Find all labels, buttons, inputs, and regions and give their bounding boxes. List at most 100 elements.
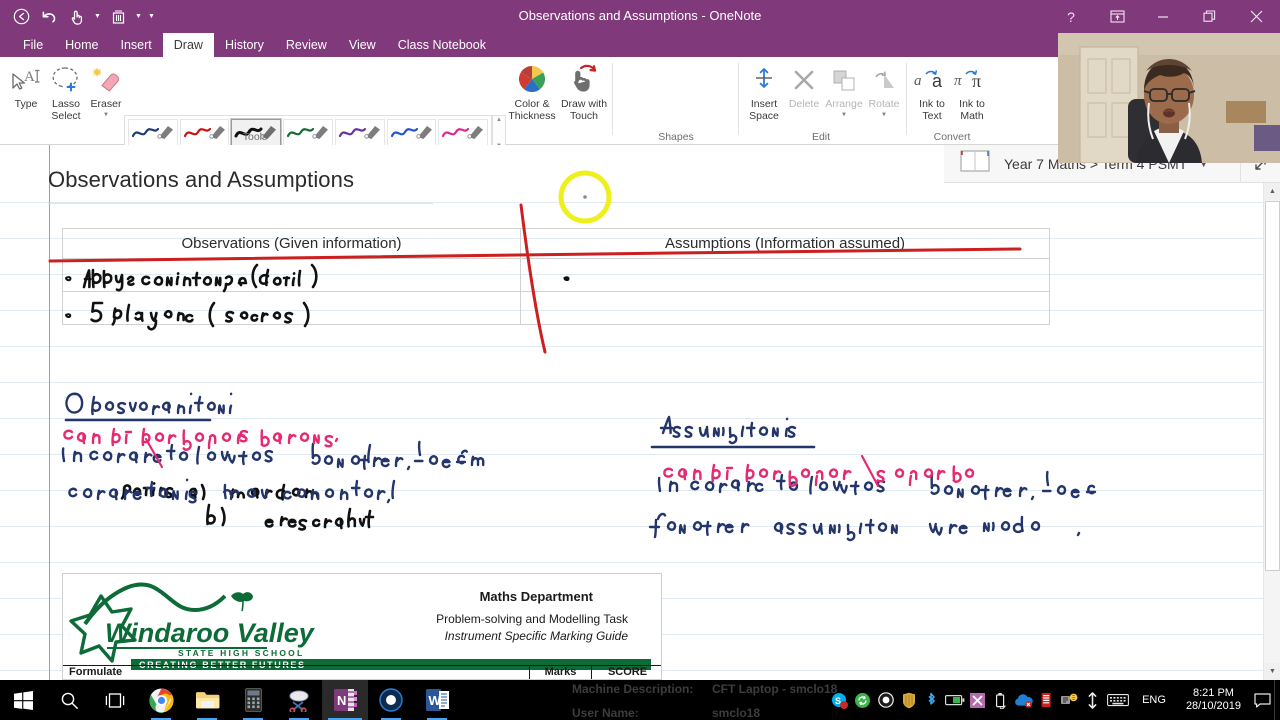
restore-button[interactable] bbox=[1186, 0, 1232, 33]
tab-file[interactable]: File bbox=[12, 33, 54, 57]
rotate-caret-icon: ▼ bbox=[881, 112, 887, 118]
scroll-up-arrow-icon[interactable]: ▲ bbox=[1264, 183, 1280, 200]
rotate-button: Rotate ▼ bbox=[862, 61, 906, 119]
observations-assumptions-table[interactable]: Observations (Given information) Assumpt… bbox=[62, 228, 1050, 325]
skype-tray-icon[interactable]: S bbox=[828, 680, 851, 720]
eraser-caret-icon[interactable]: ▼ bbox=[103, 111, 109, 119]
task-view-button[interactable] bbox=[92, 680, 138, 720]
storage-tray-icon[interactable] bbox=[1035, 680, 1058, 720]
webcam-overlay[interactable] bbox=[1058, 33, 1280, 163]
machine-description-value: CFT Laptop - smclo18 bbox=[712, 682, 838, 696]
language-indicator[interactable]: ENG bbox=[1132, 694, 1176, 706]
pen-scroll-up-icon[interactable]: ▲ bbox=[496, 117, 502, 123]
onenote-button[interactable]: N bbox=[322, 680, 368, 720]
eraser-button[interactable]: Eraser ▼ bbox=[84, 61, 128, 119]
keyboard-tray-icon[interactable] bbox=[1104, 680, 1132, 720]
table-cell-observations-1[interactable] bbox=[62, 258, 521, 292]
type-label: Type bbox=[14, 98, 38, 110]
show-desktop-button[interactable] bbox=[1274, 680, 1280, 720]
clock-date: 28/10/2019 bbox=[1185, 700, 1241, 712]
page-vertical-scrollbar[interactable]: ▲ ▼ bbox=[1263, 183, 1280, 680]
snipping-tool-button[interactable] bbox=[276, 680, 322, 720]
svg-text:Problem-solving and Modelling: Problem-solving and Modelling Task bbox=[436, 612, 629, 626]
volume-tray-icon[interactable] bbox=[1081, 680, 1104, 720]
clock[interactable]: 8:21 PM 28/10/2019 bbox=[1176, 687, 1251, 713]
undo-button[interactable] bbox=[36, 4, 62, 30]
draw-with-touch-button[interactable]: Draw with Touch bbox=[558, 61, 610, 122]
table-row[interactable] bbox=[62, 291, 1050, 325]
tab-draw[interactable]: Draw bbox=[162, 33, 214, 57]
ink-to-math-button[interactable]: π π Ink to Math bbox=[950, 61, 994, 122]
table-header-assumptions: Assumptions (Information assumed) bbox=[520, 228, 1050, 259]
rotate-label: Rotate bbox=[868, 98, 900, 110]
ink-to-text-label: Ink to Text bbox=[919, 98, 945, 122]
touch-mode-caret-icon[interactable]: ▼ bbox=[92, 4, 103, 30]
close-button[interactable] bbox=[1232, 0, 1280, 33]
svg-text:π: π bbox=[954, 73, 962, 89]
table-cell-observations-2[interactable] bbox=[62, 291, 521, 325]
network-tray-icon[interactable] bbox=[1058, 680, 1081, 720]
lasso-icon bbox=[49, 61, 83, 95]
table-cell-assumptions-2[interactable] bbox=[520, 291, 1050, 325]
tab-view[interactable]: View bbox=[338, 33, 387, 57]
tab-history[interactable]: History bbox=[214, 33, 275, 57]
touch-hand-icon bbox=[566, 61, 602, 95]
scrollbar-thumb[interactable] bbox=[1265, 201, 1280, 571]
ink-to-text-icon: a a bbox=[913, 61, 951, 95]
clock-time: 8:21 PM bbox=[1192, 687, 1234, 699]
table-cell-assumptions-1[interactable] bbox=[520, 258, 1050, 292]
usb-tray-icon[interactable] bbox=[989, 680, 1012, 720]
ink-to-text-button[interactable]: a a Ink to Text bbox=[910, 61, 954, 122]
start-button[interactable] bbox=[0, 680, 46, 720]
insert-space-button[interactable]: Insert Space bbox=[742, 61, 786, 122]
snip-tray-icon[interactable] bbox=[966, 680, 989, 720]
tools-group-label: Tools bbox=[242, 131, 268, 143]
notifications-button[interactable] bbox=[1251, 680, 1274, 720]
search-button[interactable] bbox=[46, 680, 92, 720]
recorder-button[interactable] bbox=[368, 680, 414, 720]
help-button[interactable]: ? bbox=[1048, 0, 1094, 33]
calculator-button[interactable] bbox=[230, 680, 276, 720]
chrome-button[interactable] bbox=[138, 680, 184, 720]
sync-tray-icon[interactable] bbox=[851, 680, 874, 720]
tab-class-notebook[interactable]: Class Notebook bbox=[387, 33, 497, 57]
table-row[interactable] bbox=[62, 258, 1050, 292]
arrange-button: Arrange ▼ bbox=[822, 61, 866, 119]
onedrive-tray-icon[interactable] bbox=[1012, 680, 1035, 720]
scroll-down-arrow-icon[interactable]: ▼ bbox=[1264, 663, 1280, 680]
battery-tray-icon[interactable] bbox=[943, 680, 966, 720]
eraser-label: Eraser bbox=[90, 98, 122, 110]
tab-home[interactable]: Home bbox=[54, 33, 109, 57]
minimize-button[interactable] bbox=[1140, 0, 1186, 33]
back-button[interactable] bbox=[8, 4, 34, 30]
svg-text:a: a bbox=[914, 73, 922, 89]
embedded-document-image[interactable]: Windaroo Valley STATE HIGH SCHOOL CREATI… bbox=[62, 573, 662, 680]
shield-tray-icon[interactable] bbox=[897, 680, 920, 720]
full-page-view-button[interactable] bbox=[105, 4, 131, 30]
lasso-select-label: Lasso Select bbox=[51, 98, 81, 122]
arrange-label: Arrange bbox=[825, 98, 863, 110]
file-explorer-button[interactable] bbox=[184, 680, 230, 720]
table-header-row: Observations (Given information) Assumpt… bbox=[62, 228, 1050, 259]
windows-taskbar: N W Machine Description: CFT Laptop - sm… bbox=[0, 680, 1280, 720]
tab-review[interactable]: Review bbox=[275, 33, 338, 57]
tab-insert[interactable]: Insert bbox=[110, 33, 163, 57]
ribbon-display-options-button[interactable] bbox=[1094, 0, 1140, 33]
ribbon-group-edit: Insert Space Delete Arrange ▼ Rotate ▼ E… bbox=[738, 57, 904, 145]
lasso-select-button[interactable]: Lasso Select bbox=[42, 61, 90, 122]
color-thickness-button[interactable]: Color & Thickness bbox=[508, 61, 556, 122]
recorder-tray-icon[interactable] bbox=[874, 680, 897, 720]
page-title[interactable]: Observations and Assumptions bbox=[48, 167, 354, 193]
page-title-underline bbox=[48, 203, 433, 204]
full-page-caret-icon[interactable]: ▼ bbox=[133, 4, 144, 30]
ribbon-group-shapes: yx x y2x ▲ ▼ ▼ Shapes bbox=[612, 57, 1280, 177]
edit-group-label: Edit bbox=[811, 131, 831, 143]
ribbon-group-tools: A Type Lasso Select Eraser ▼ ▲ Color & T… bbox=[0, 57, 607, 177]
word-button[interactable]: W bbox=[414, 680, 460, 720]
bluetooth-tray-icon[interactable] bbox=[920, 680, 943, 720]
insert-space-label: Insert Space bbox=[749, 98, 779, 122]
document-criteria-table: Formulate Marks SCORE bbox=[63, 665, 661, 679]
touch-mode-button[interactable] bbox=[64, 4, 90, 30]
customize-qat-button[interactable]: ▼ bbox=[146, 4, 157, 30]
note-page-canvas[interactable]: Observations and Assumptions Observation… bbox=[0, 145, 1280, 680]
